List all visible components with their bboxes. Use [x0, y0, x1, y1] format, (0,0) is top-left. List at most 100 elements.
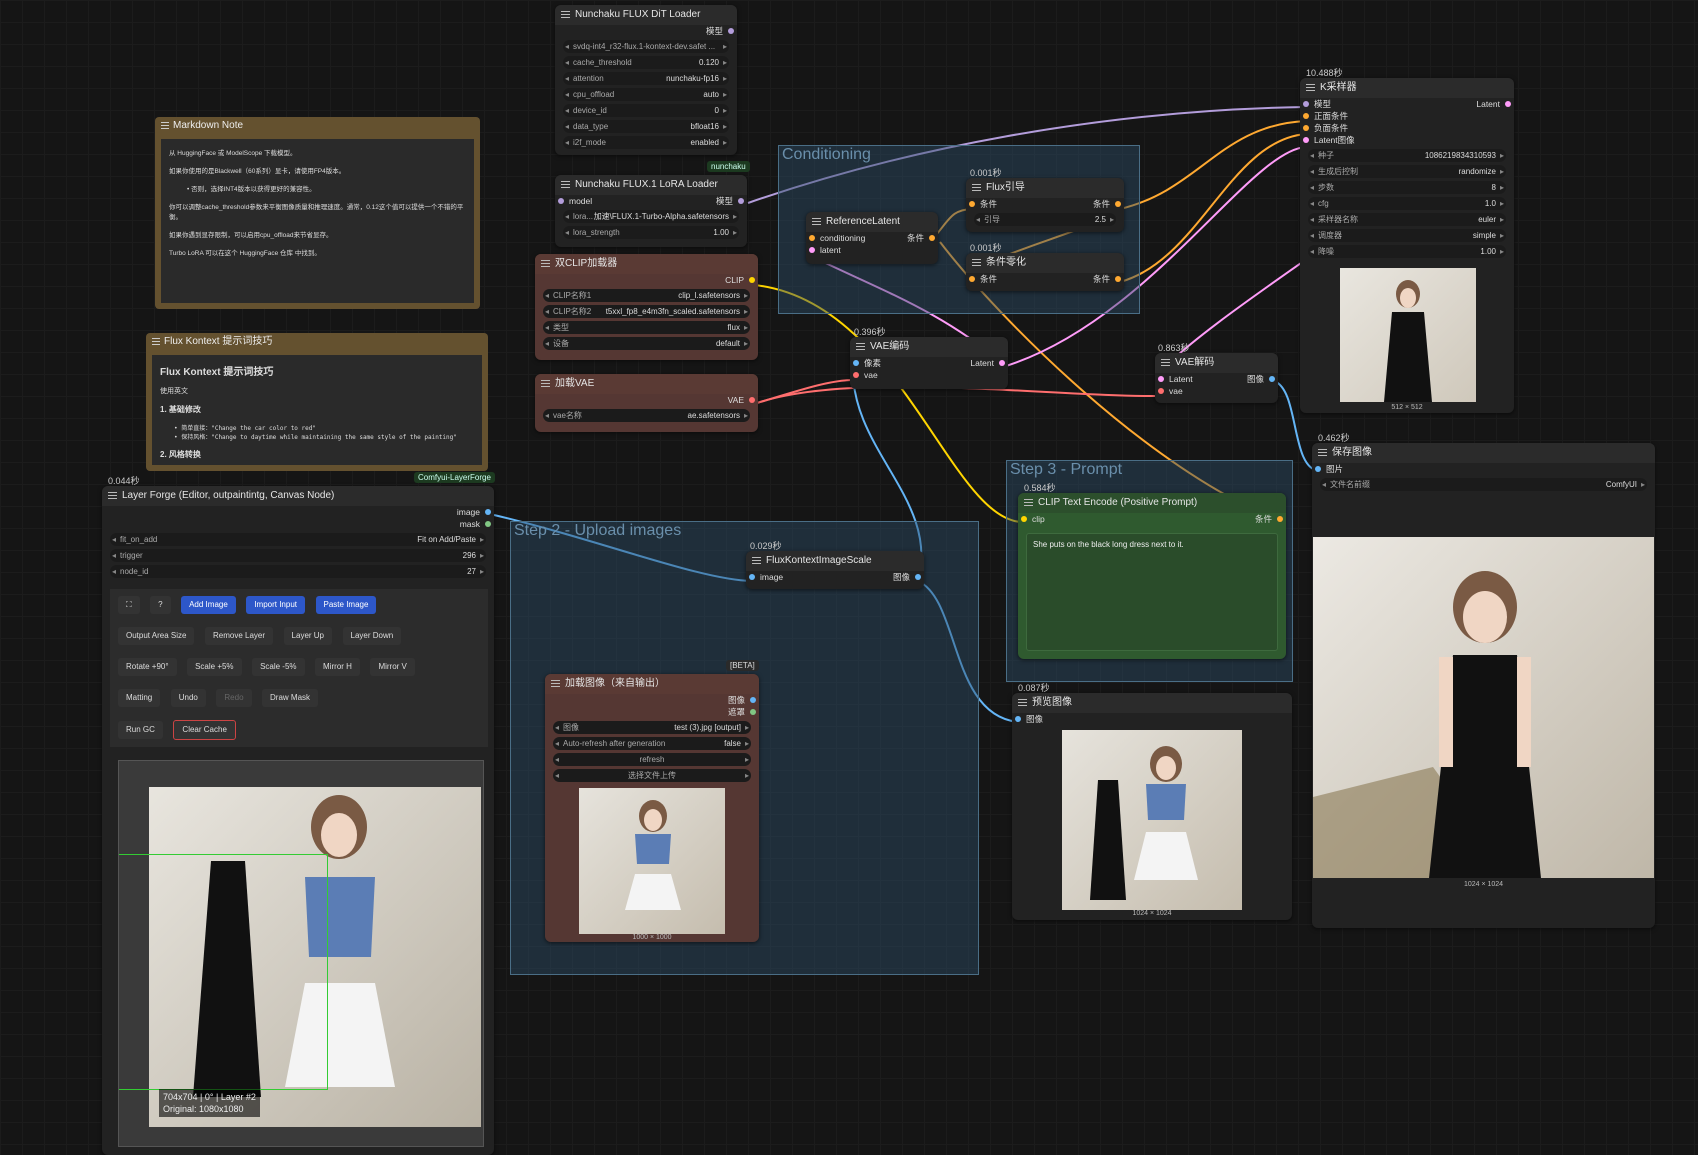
node-title[interactable]: VAE解码: [1155, 353, 1278, 373]
output-vae[interactable]: VAE: [535, 394, 758, 406]
port-dot[interactable]: [1158, 376, 1164, 382]
port-dot[interactable]: [749, 277, 755, 283]
widget-filename-prefix[interactable]: 文件名前缀ComfyUI: [1320, 478, 1647, 491]
widget-cfg[interactable]: cfg1.0: [1308, 197, 1506, 210]
node-title[interactable]: Flux引导: [966, 178, 1124, 198]
port-dot[interactable]: [809, 247, 815, 253]
port-dot[interactable]: [915, 574, 921, 580]
node-title[interactable]: FluxKontextImageScale: [746, 551, 924, 571]
node-title[interactable]: Nunchaku FLUX DiT Loader: [555, 5, 737, 25]
mirror-v-button[interactable]: Mirror V: [370, 658, 415, 676]
node-markdown-note[interactable]: Markdown Note 从 HuggingFace 或 ModelScope…: [155, 117, 480, 309]
node-preview-image[interactable]: 预览图像 图像 1024 × 1024: [1012, 693, 1292, 920]
port-dot[interactable]: [1269, 376, 1275, 382]
widget-auto-refresh[interactable]: Auto-refresh after generationfalse: [553, 737, 751, 750]
port-dot[interactable]: [749, 574, 755, 580]
node-title[interactable]: Flux Kontext 提示词技巧: [146, 333, 488, 351]
io-image[interactable]: image 图像: [746, 571, 924, 583]
io-positive[interactable]: 正面条件: [1300, 110, 1514, 122]
help-button[interactable]: ?: [150, 596, 171, 614]
paste-image-button[interactable]: Paste Image: [315, 596, 377, 614]
node-title[interactable]: K采样器: [1300, 78, 1514, 98]
run-gc-button[interactable]: Run GC: [118, 721, 163, 739]
node-clip-text-encode[interactable]: CLIP Text Encode (Positive Prompt) clip …: [1018, 493, 1286, 659]
io-conditioning[interactable]: 条件 条件: [966, 273, 1124, 285]
node-title[interactable]: 双CLIP加载器: [535, 254, 758, 274]
io-vae[interactable]: vae: [850, 369, 1008, 381]
port-dot[interactable]: [1115, 201, 1121, 207]
upload-button[interactable]: 选择文件上传: [553, 769, 751, 782]
output-image[interactable]: image: [102, 506, 494, 518]
draw-mask-button[interactable]: Draw Mask: [262, 689, 319, 707]
node-title[interactable]: 保存图像: [1312, 443, 1655, 463]
node-title[interactable]: Nunchaku FLUX.1 LoRA Loader: [555, 175, 747, 195]
widget-data-type[interactable]: data_typebfloat16: [563, 120, 729, 133]
io-images[interactable]: 图像: [1012, 713, 1292, 725]
node-title[interactable]: Layer Forge (Editor, outpaintintg, Canva…: [102, 486, 494, 506]
widget-i2f-mode[interactable]: i2f_modeenabled: [563, 136, 729, 149]
io-model[interactable]: 模型 Latent: [1300, 98, 1514, 110]
import-input-button[interactable]: Import Input: [246, 596, 305, 614]
mirror-h-button[interactable]: Mirror H: [315, 658, 360, 676]
node-lora-loader[interactable]: Nunchaku FLUX.1 LoRA Loader model 模型 lor…: [555, 175, 747, 247]
io-latent[interactable]: Latent 图像: [1155, 373, 1278, 385]
remove-layer-button[interactable]: Remove Layer: [205, 627, 274, 645]
port-dot[interactable]: [1505, 101, 1511, 107]
widget-clip-device[interactable]: 设备default: [543, 337, 750, 350]
node-dual-clip[interactable]: 双CLIP加载器 CLIP CLIP名称1clip_l.safetensors …: [535, 254, 758, 360]
node-flux-guidance[interactable]: Flux引导 条件 条件 引导2.5: [966, 178, 1124, 232]
widget-denoise[interactable]: 降噪1.00: [1308, 245, 1506, 258]
port-dot[interactable]: [1158, 388, 1164, 394]
widget-device-id[interactable]: device_id0: [563, 104, 729, 117]
prompt-textarea[interactable]: She puts on the black long dress next to…: [1026, 533, 1278, 651]
port-dot[interactable]: [853, 360, 859, 366]
node-conditioning-zero[interactable]: 条件零化 条件 条件: [966, 253, 1124, 291]
widget-cache-threshold[interactable]: cache_threshold0.120: [563, 56, 729, 69]
layer-up-button[interactable]: Layer Up: [283, 627, 333, 645]
widget-scheduler[interactable]: 调度器simple: [1308, 229, 1506, 242]
node-layer-forge[interactable]: Layer Forge (Editor, outpaintintg, Canva…: [102, 486, 494, 1155]
port-dot[interactable]: [485, 509, 491, 515]
port-dot[interactable]: [929, 235, 935, 241]
port-dot[interactable]: [1277, 516, 1283, 522]
port-dot[interactable]: [1303, 137, 1309, 143]
node-title[interactable]: ReferenceLatent: [806, 212, 938, 232]
rotate-button[interactable]: Rotate +90°: [118, 658, 177, 676]
node-load-image[interactable]: 加载图像（来自输出） 图像 遮罩 图像test (3).jpg [output]…: [545, 674, 759, 942]
undo-button[interactable]: Undo: [170, 689, 206, 707]
output-mask[interactable]: mask: [102, 518, 494, 530]
port-dot[interactable]: [1021, 516, 1027, 522]
io-model[interactable]: model 模型: [555, 195, 747, 207]
scale-up-button[interactable]: Scale +5%: [187, 658, 242, 676]
widget-node-id[interactable]: node_id27: [110, 565, 486, 578]
io-images[interactable]: 图片: [1312, 463, 1655, 475]
port-dot[interactable]: [738, 198, 744, 204]
widget-control-after[interactable]: 生成后控制randomize: [1308, 165, 1506, 178]
port-dot[interactable]: [750, 697, 756, 703]
io-pixels[interactable]: 像素 Latent: [850, 357, 1008, 369]
port-dot[interactable]: [969, 276, 975, 282]
fullscreen-button[interactable]: ⛶: [118, 596, 140, 614]
node-flux-tips[interactable]: Flux Kontext 提示词技巧 Flux Kontext 提示词技巧 使用…: [146, 333, 488, 471]
widget-clip-type[interactable]: 类型flux: [543, 321, 750, 334]
node-title[interactable]: 加载VAE: [535, 374, 758, 394]
widget-clip-name2[interactable]: CLIP名称2t5xxl_fp8_e4m3fn_scaled.safetenso…: [543, 305, 750, 318]
selection-box[interactable]: [119, 854, 328, 1090]
layer-canvas[interactable]: 704x704 | 0° | Layer #2 Original: 1080x1…: [118, 760, 484, 1147]
widget-sampler[interactable]: 采样器名称euler: [1308, 213, 1506, 226]
widget-clip-name1[interactable]: CLIP名称1clip_l.safetensors: [543, 289, 750, 302]
node-vae-encode[interactable]: VAE编码 像素 Latent vae: [850, 337, 1008, 389]
node-dit-loader[interactable]: Nunchaku FLUX DiT Loader 模型 svdq-int4_r3…: [555, 5, 737, 155]
output-model[interactable]: 模型: [555, 25, 737, 37]
node-title[interactable]: VAE编码: [850, 337, 1008, 357]
widget-steps[interactable]: 步数8: [1308, 181, 1506, 194]
port-dot[interactable]: [1303, 125, 1309, 131]
port-dot[interactable]: [485, 521, 491, 527]
io-latent-image[interactable]: Latent图像: [1300, 134, 1514, 146]
port-dot[interactable]: [809, 235, 815, 241]
matting-button[interactable]: Matting: [118, 689, 161, 707]
port-dot[interactable]: [1015, 716, 1021, 722]
widget-trigger[interactable]: trigger296: [110, 549, 486, 562]
node-title[interactable]: CLIP Text Encode (Positive Prompt): [1018, 493, 1286, 513]
widget-lora-name[interactable]: lora...加速\FLUX.1-Turbo-Alpha.safetensors: [563, 210, 739, 223]
